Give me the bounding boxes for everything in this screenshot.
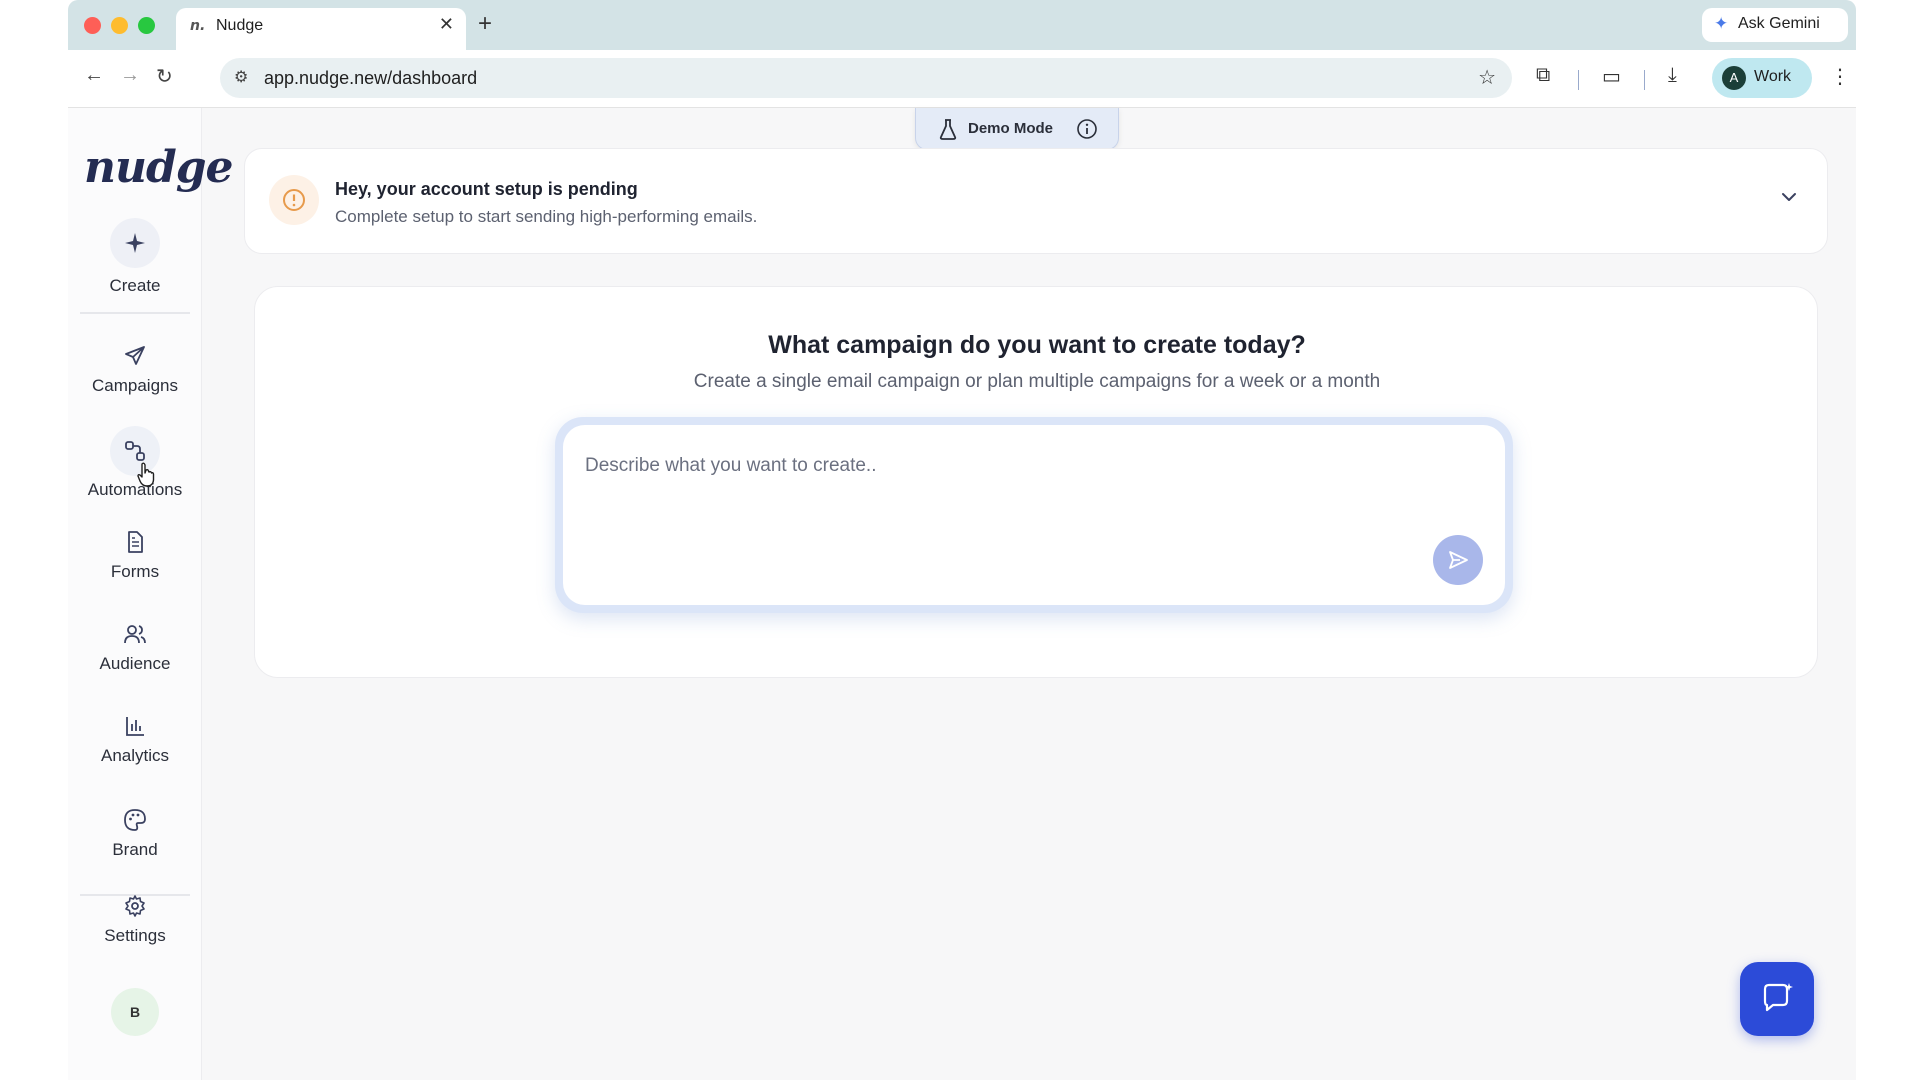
- ask-gemini-label: Ask Gemini: [1738, 15, 1820, 32]
- sidebar-item-label: Create: [109, 276, 161, 295]
- maximize-window-button[interactable]: [138, 17, 155, 34]
- toolbar-divider: [1578, 70, 1579, 90]
- sidebar-item-label: Forms: [110, 562, 160, 581]
- nudge-logo[interactable]: nudge: [84, 142, 234, 193]
- url-text[interactable]: app.nudge.new/dashboard: [264, 68, 477, 89]
- create-sparkle-icon: [110, 218, 160, 268]
- sidebar-item-label: Campaigns: [92, 376, 178, 395]
- browser-menu-icon[interactable]: ⋮: [1830, 64, 1850, 89]
- support-chat-button[interactable]: [1740, 962, 1814, 1036]
- send-icon: [125, 346, 145, 365]
- send-arrow-icon: [1449, 551, 1468, 569]
- account-setup-banner[interactable]: Hey, your account setup is pending Compl…: [244, 148, 1828, 254]
- tab-close-icon[interactable]: ✕: [439, 14, 454, 35]
- app-sidebar: nudge Create Campaigns Automations Forms…: [68, 108, 234, 1080]
- browser-toolbar: ← → ↻ ⚙ app.nudge.new/dashboard ☆ ⧉ ▭ ⤓ …: [68, 50, 1856, 108]
- demo-mode-label: Demo Mode: [968, 120, 1054, 137]
- prompt-box[interactable]: [563, 425, 1505, 605]
- user-avatar[interactable]: B: [111, 988, 159, 1036]
- campaign-subtitle: Create a single email campaign or plan m…: [693, 371, 1381, 392]
- gemini-sparkle-icon: ✦: [1714, 14, 1729, 33]
- sidebar-item-settings[interactable]: Settings: [68, 894, 202, 946]
- screen: n. Nudge ✕ + ✦ Ask Gemini ← → ↻ ⚙ app.nu…: [0, 0, 1920, 1080]
- bar-chart-icon: [126, 717, 144, 736]
- demo-mode-badge[interactable]: Demo Mode: [915, 108, 1119, 150]
- warning-icon: [269, 175, 319, 225]
- minimize-window-button[interactable]: [111, 17, 128, 34]
- info-icon[interactable]: [1076, 118, 1098, 140]
- reload-icon[interactable]: ↻: [156, 64, 173, 89]
- ask-gemini-button[interactable]: ✦ Ask Gemini: [1702, 8, 1848, 42]
- site-settings-icon[interactable]: ⚙: [234, 67, 248, 87]
- browser-window: n. Nudge ✕ + ✦ Ask Gemini ← → ↻ ⚙ app.nu…: [68, 0, 1856, 1080]
- campaign-creator-card: What campaign do you want to create toda…: [254, 286, 1818, 678]
- flask-icon: [939, 119, 957, 140]
- gear-icon: [125, 895, 145, 917]
- setup-banner-title: Hey, your account setup is pending: [335, 179, 638, 199]
- browser-tab[interactable]: n. Nudge ✕: [176, 8, 466, 50]
- setup-banner-subtitle: Complete setup to start sending high-per…: [335, 207, 758, 226]
- forward-arrow-icon[interactable]: →: [120, 64, 140, 87]
- sidebar-item-label: Brand: [112, 840, 158, 859]
- bookmark-star-icon[interactable]: ☆: [1478, 65, 1496, 90]
- campaign-title: What campaign do you want to create toda…: [768, 331, 1306, 359]
- sidebar-item-create[interactable]: Create: [68, 218, 202, 296]
- profile-label: Work: [1754, 68, 1792, 85]
- new-tab-button[interactable]: +: [478, 10, 492, 38]
- sidebar-item-analytics[interactable]: Analytics: [68, 714, 202, 766]
- download-icon[interactable]: ⤓: [1668, 64, 1677, 87]
- nudge-favicon-icon: n.: [190, 18, 206, 34]
- sidebar-item-label: Analytics: [100, 746, 170, 765]
- sidebar-item-label: Automations: [87, 480, 183, 499]
- document-icon: [128, 531, 143, 553]
- sidebar-item-brand[interactable]: Brand: [68, 808, 202, 860]
- tab-search-icon[interactable]: ▭: [1602, 64, 1621, 89]
- palette-icon: [124, 809, 146, 831]
- sidebar-item-label: Settings: [104, 926, 166, 945]
- back-arrow-icon[interactable]: ←: [84, 64, 104, 87]
- close-window-button[interactable]: [84, 17, 101, 34]
- tab-title: Nudge: [216, 17, 264, 34]
- address-bar[interactable]: ⚙ app.nudge.new/dashboard ☆: [220, 58, 1512, 98]
- sidebar-item-audience[interactable]: Audience: [68, 622, 202, 674]
- extensions-icon[interactable]: ⧉: [1536, 64, 1550, 87]
- chat-bubble-icon: [1763, 983, 1793, 1012]
- hand-cursor-icon: [137, 462, 155, 487]
- campaign-prompt-input[interactable]: [585, 451, 1405, 481]
- sidebar-divider: [80, 312, 190, 314]
- send-button[interactable]: [1433, 535, 1483, 585]
- profile-button[interactable]: A Work: [1712, 58, 1812, 98]
- toolbar-divider: [1644, 70, 1645, 90]
- sidebar-item-label: Audience: [99, 654, 171, 673]
- users-icon: [124, 625, 146, 644]
- prompt-container: [555, 417, 1513, 613]
- sidebar-item-automations[interactable]: Automations: [68, 426, 202, 500]
- tab-strip: n. Nudge ✕ + ✦ Ask Gemini: [68, 0, 1856, 50]
- chevron-down-icon[interactable]: [1779, 187, 1799, 207]
- sidebar-item-campaigns[interactable]: Campaigns: [68, 344, 202, 396]
- sidebar-item-forms[interactable]: Forms: [68, 530, 202, 582]
- profile-avatar: A: [1722, 66, 1746, 90]
